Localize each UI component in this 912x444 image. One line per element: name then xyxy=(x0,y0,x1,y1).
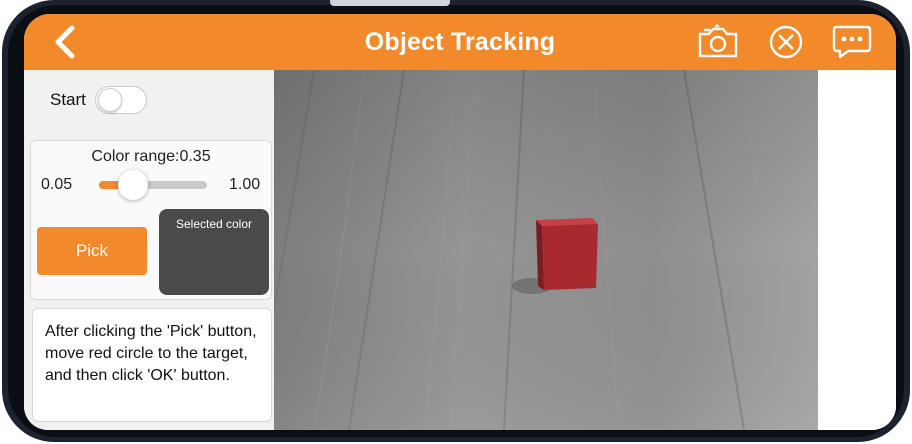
color-range-panel: Color range:0.35 0.05 1.00 Pick Selected… xyxy=(30,140,272,300)
selected-color-label: Selected color xyxy=(175,217,253,231)
start-label: Start xyxy=(50,90,86,109)
control-panel: Start Color range:0.35 0.05 1.00 Pick Se… xyxy=(24,70,274,430)
camera-feed-image xyxy=(274,70,818,430)
range-max-label: 1.00 xyxy=(229,176,261,193)
slider-thumb[interactable] xyxy=(118,170,149,200)
range-min-label: 0.05 xyxy=(41,176,73,193)
top-bar: Object Tracking xyxy=(24,14,896,70)
color-range-label: Color range:0.35 xyxy=(91,148,211,165)
start-toggle[interactable] xyxy=(95,86,147,114)
toggle-knob[interactable] xyxy=(98,88,122,112)
camera-preview[interactable] xyxy=(274,70,818,430)
red-cube xyxy=(536,218,598,290)
app-screen: Object Tracking Start Color range:0.35 0… xyxy=(24,14,896,430)
selected-color-swatch: Selected color xyxy=(159,209,269,295)
instruction-text: After clicking the 'Pick' button, move r… xyxy=(32,308,272,422)
right-margin xyxy=(818,70,896,430)
chat-icon[interactable] xyxy=(830,24,874,60)
camera-icon[interactable] xyxy=(696,24,740,60)
phone-top-edge xyxy=(330,0,450,6)
close-circle-icon[interactable] xyxy=(764,24,808,60)
pick-button[interactable]: Pick xyxy=(37,227,147,275)
color-range-slider[interactable] xyxy=(99,170,207,200)
